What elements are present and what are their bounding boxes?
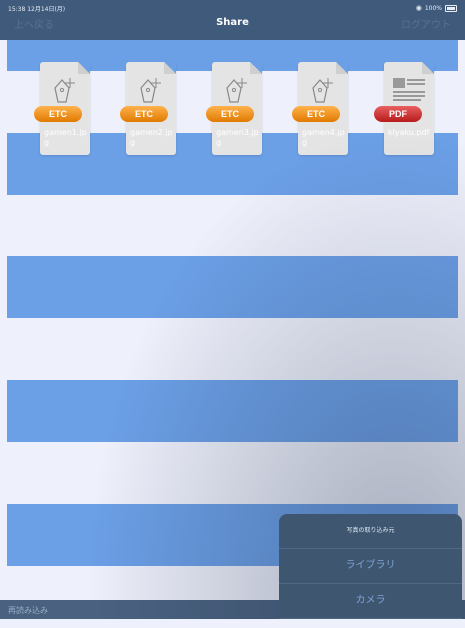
file-page: ETC gamen2.jpg [120,62,176,155]
battery-percent: 100% [424,4,442,12]
camera-option[interactable]: カメラ [279,584,462,619]
file-item[interactable]: ETC gamen3.jpg [206,62,264,157]
action-sheet-title: 写真の取り込み元 [279,514,462,549]
file-item[interactable]: ETC gamen1.jpg [34,62,92,157]
file-list: ETC gamen1.jpg ETC gamen2.jpg ETC gamen3… [0,62,465,162]
grid-row-stripe [7,380,458,442]
grid-row-stripe [7,256,458,318]
file-item[interactable]: ETC gamen4.jpg [292,62,350,157]
file-name: gamen4.jpg [302,128,345,147]
grid-row-stripe [7,195,458,257]
reload-button[interactable]: 再読み込み [8,605,48,616]
file-page: PDF kiyaku.pdf [374,62,434,155]
file-page: ETC gamen4.jpg [292,62,348,155]
file-name: gamen3.jpg [216,128,259,147]
file-name: kiyaku.pdf [388,128,430,137]
file-name: gamen2.jpg [130,128,173,147]
file-type-badge: ETC [120,106,168,122]
battery-icon [445,4,457,12]
grid-row-stripe [7,318,458,380]
file-name: gamen1.jpg [44,128,87,147]
wifi-icon: ◉ [415,4,422,12]
file-page: ETC gamen1.jpg [34,62,90,155]
pen-tool-icon [140,78,161,103]
navigation-bar: 15:38 12月14日(月) ◉ 100% 上へ戻る Share ログアウト [0,0,465,40]
file-page: ETC gamen3.jpg [206,62,262,155]
file-type-badge: ETC [206,106,254,122]
photo-source-action-sheet: 写真の取り込み元 ライブラリ カメラ [279,514,462,619]
document-thumbnail-icon [393,78,425,101]
status-indicators: ◉ 100% [416,4,457,12]
status-time: 15:38 12月14日(月) [8,6,66,13]
pen-tool-icon [54,78,75,103]
grid-row-stripe [7,442,458,504]
file-type-badge: ETC [292,106,340,122]
page-title: Share [216,17,249,28]
file-type-badge: ETC [34,106,82,122]
file-item[interactable]: PDF kiyaku.pdf [374,62,436,157]
file-type-badge: PDF [374,106,422,122]
logout-button[interactable]: ログアウト [401,16,451,31]
pen-tool-icon [312,78,333,103]
library-option[interactable]: ライブラリ [279,549,462,584]
pen-tool-icon [226,78,247,103]
file-item[interactable]: ETC gamen2.jpg [120,62,178,157]
